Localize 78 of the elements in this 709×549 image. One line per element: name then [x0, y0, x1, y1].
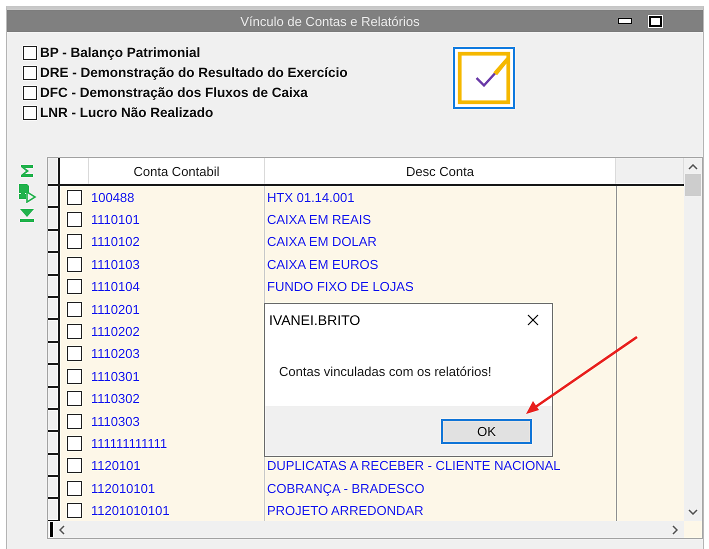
row-selector[interactable]: [48, 454, 60, 478]
select-all-corner[interactable]: [48, 158, 60, 184]
row-checkbox[interactable]: [66, 480, 82, 496]
row-checkbox[interactable]: [66, 346, 82, 362]
row-selector[interactable]: [48, 276, 60, 298]
row-selector[interactable]: [48, 499, 60, 521]
row-checkbox[interactable]: [66, 391, 82, 406]
row-selector[interactable]: [48, 410, 60, 432]
window-title: Vínculo de Contas e Relatórios: [239, 14, 421, 28]
confirm-button[interactable]: [453, 47, 515, 109]
scroll-down-icon[interactable]: [688, 509, 698, 515]
row-selector[interactable]: [48, 432, 60, 455]
report-label: LNR - Lucro Não Realizado: [40, 105, 214, 120]
account-cell: 1110102: [91, 234, 140, 250]
account-cell: 1110104: [91, 279, 140, 294]
row-selector[interactable]: [48, 477, 60, 500]
row-checkbox[interactable]: [66, 414, 82, 429]
maximize-button[interactable]: [647, 14, 663, 28]
scroll-thumb[interactable]: [685, 174, 701, 196]
scroll-thumb[interactable]: [50, 522, 53, 537]
checkbox[interactable]: [23, 106, 37, 120]
checkbox[interactable]: [23, 66, 37, 80]
row-checkbox[interactable]: [66, 279, 82, 294]
row-selector[interactable]: [48, 186, 60, 208]
description-cell: CAIXA EM DOLAR: [267, 234, 377, 250]
account-cell: 1110203: [91, 346, 140, 362]
report-label: BP - Balanço Patrimonial: [40, 45, 200, 60]
account-cell: 112010101: [91, 480, 156, 496]
report-label: DRE - Demonstração do Resultado do Exercício: [40, 65, 348, 80]
horizontal-scrollbar[interactable]: [48, 521, 702, 538]
description-cell: DUPLICATAS A RECEBER - CLIENTE NACIONAL: [267, 458, 561, 474]
account-cell: 1110303: [91, 414, 140, 429]
row-checkbox[interactable]: [66, 302, 82, 317]
row-checkbox[interactable]: [66, 368, 82, 384]
row-selector[interactable]: [48, 320, 60, 343]
row-selector[interactable]: [48, 365, 60, 388]
scroll-up-icon[interactable]: [688, 164, 698, 170]
description-cell: CAIXA EM REAIS: [267, 212, 372, 228]
account-cell: 111111111111: [91, 436, 168, 451]
checkbox[interactable]: [23, 46, 37, 60]
row-checkbox[interactable]: [66, 212, 82, 228]
account-cell: 1110101: [91, 212, 140, 228]
dialog-title: IVANEI.BRITO: [269, 312, 360, 328]
ok-button[interactable]: OK: [441, 418, 532, 444]
account-cell: 1120101: [91, 458, 141, 474]
account-cell: 1110302: [91, 391, 140, 406]
account-cell: 100488: [91, 190, 134, 205]
row-checkbox[interactable]: [66, 190, 82, 205]
description-cell: COBRANÇA - BRADESCO: [267, 480, 424, 496]
row-selector[interactable]: [48, 342, 60, 366]
row-checkbox[interactable]: [66, 256, 82, 272]
row-checkbox[interactable]: [66, 436, 82, 451]
row-checkbox[interactable]: [66, 458, 82, 474]
account-cell: 1110103: [91, 256, 140, 272]
scroll-right-icon[interactable]: [672, 524, 678, 534]
account-cell: 1110201: [91, 302, 140, 317]
row-selector[interactable]: [48, 253, 60, 276]
row-selector[interactable]: [48, 298, 60, 320]
description-cell: HTX 01.14.001: [267, 190, 354, 205]
row-checkbox[interactable]: [66, 503, 82, 518]
scroll-left-icon[interactable]: [59, 524, 65, 534]
description-cell: CAIXA EM EUROS: [267, 256, 378, 272]
description-cell: PROJETO ARREDONDAR: [267, 503, 424, 518]
row-selector[interactable]: [48, 208, 60, 231]
report-label: DFC - Demonstração dos Fluxos de Caixa: [40, 85, 308, 100]
row-checkbox[interactable]: [66, 234, 82, 250]
account-cell: 11201010101: [91, 503, 170, 518]
account-cell: 1110301: [91, 368, 140, 384]
row-selector[interactable]: [48, 388, 60, 410]
column-header[interactable]: Conta Contabil: [89, 158, 265, 184]
scrollbar-corner: [684, 521, 702, 538]
description-cell: FUNDO FIXO DE LOJAS: [267, 279, 414, 294]
checkbox[interactable]: [23, 86, 37, 100]
account-cell: 1110202: [91, 324, 140, 340]
row-selector[interactable]: [48, 230, 60, 254]
close-button[interactable]: [526, 313, 540, 327]
dialog-message: Contas vinculadas com os relatórios!: [279, 364, 492, 378]
row-checkbox[interactable]: [66, 324, 82, 340]
